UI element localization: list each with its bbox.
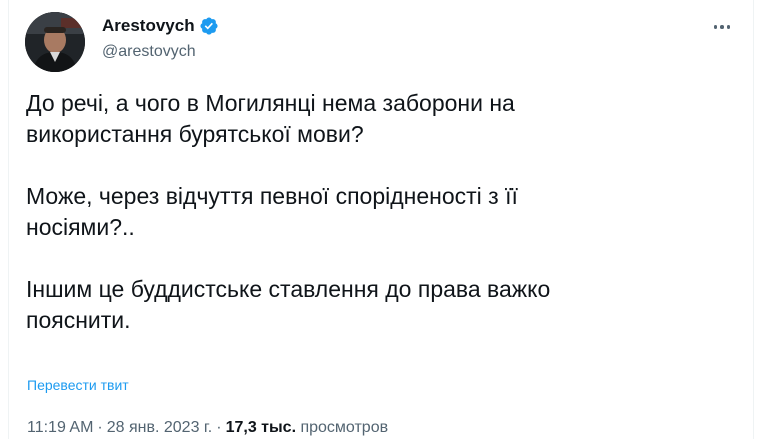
more-dot [720,25,724,29]
tweet-line: До речі, а чого в Могилянці нема заборон… [26,90,515,116]
views-label[interactable]: просмотров [300,419,388,436]
avatar[interactable] [25,12,85,72]
left-divider [8,0,9,439]
views-count[interactable]: 17,3 тыс. [226,419,296,436]
tweet-line: Іншим це буддистське ставлення до права … [26,276,551,302]
right-divider [753,0,754,439]
author-display-name[interactable]: Arestovych [102,16,195,36]
author-handle[interactable]: @arestovych [102,43,196,61]
more-horizontal-icon [713,25,718,29]
tweet-card: Arestovych @arestovych До речі, а чого в… [0,0,763,439]
tweet-date[interactable]: 28 янв. 2023 г. [107,419,213,436]
tweet-line: використання бурятської мови? [26,121,364,147]
tweet-text: До речі, а чого в Могилянці нема заборон… [26,88,746,336]
tweet-meta: 11:19 AM · 28 янв. 2023 г. · 17,3 тыс. просм… [27,419,388,437]
translate-tweet-link[interactable]: Перевести твит [27,377,129,393]
meta-separator: · [97,419,103,436]
more-options-button[interactable] [707,16,737,38]
verified-badge-icon [199,16,219,36]
avatar-image [25,12,85,72]
tweet-time[interactable]: 11:19 AM [27,419,93,436]
tweet-line: пояснити. [26,307,131,333]
tweet-line: Може, через відчуття певної спорідненост… [26,183,518,209]
more-dot [726,25,731,29]
tweet-line: носіями?.. [26,214,135,240]
author-name-row: Arestovych [102,16,219,36]
meta-separator: · [216,419,222,436]
